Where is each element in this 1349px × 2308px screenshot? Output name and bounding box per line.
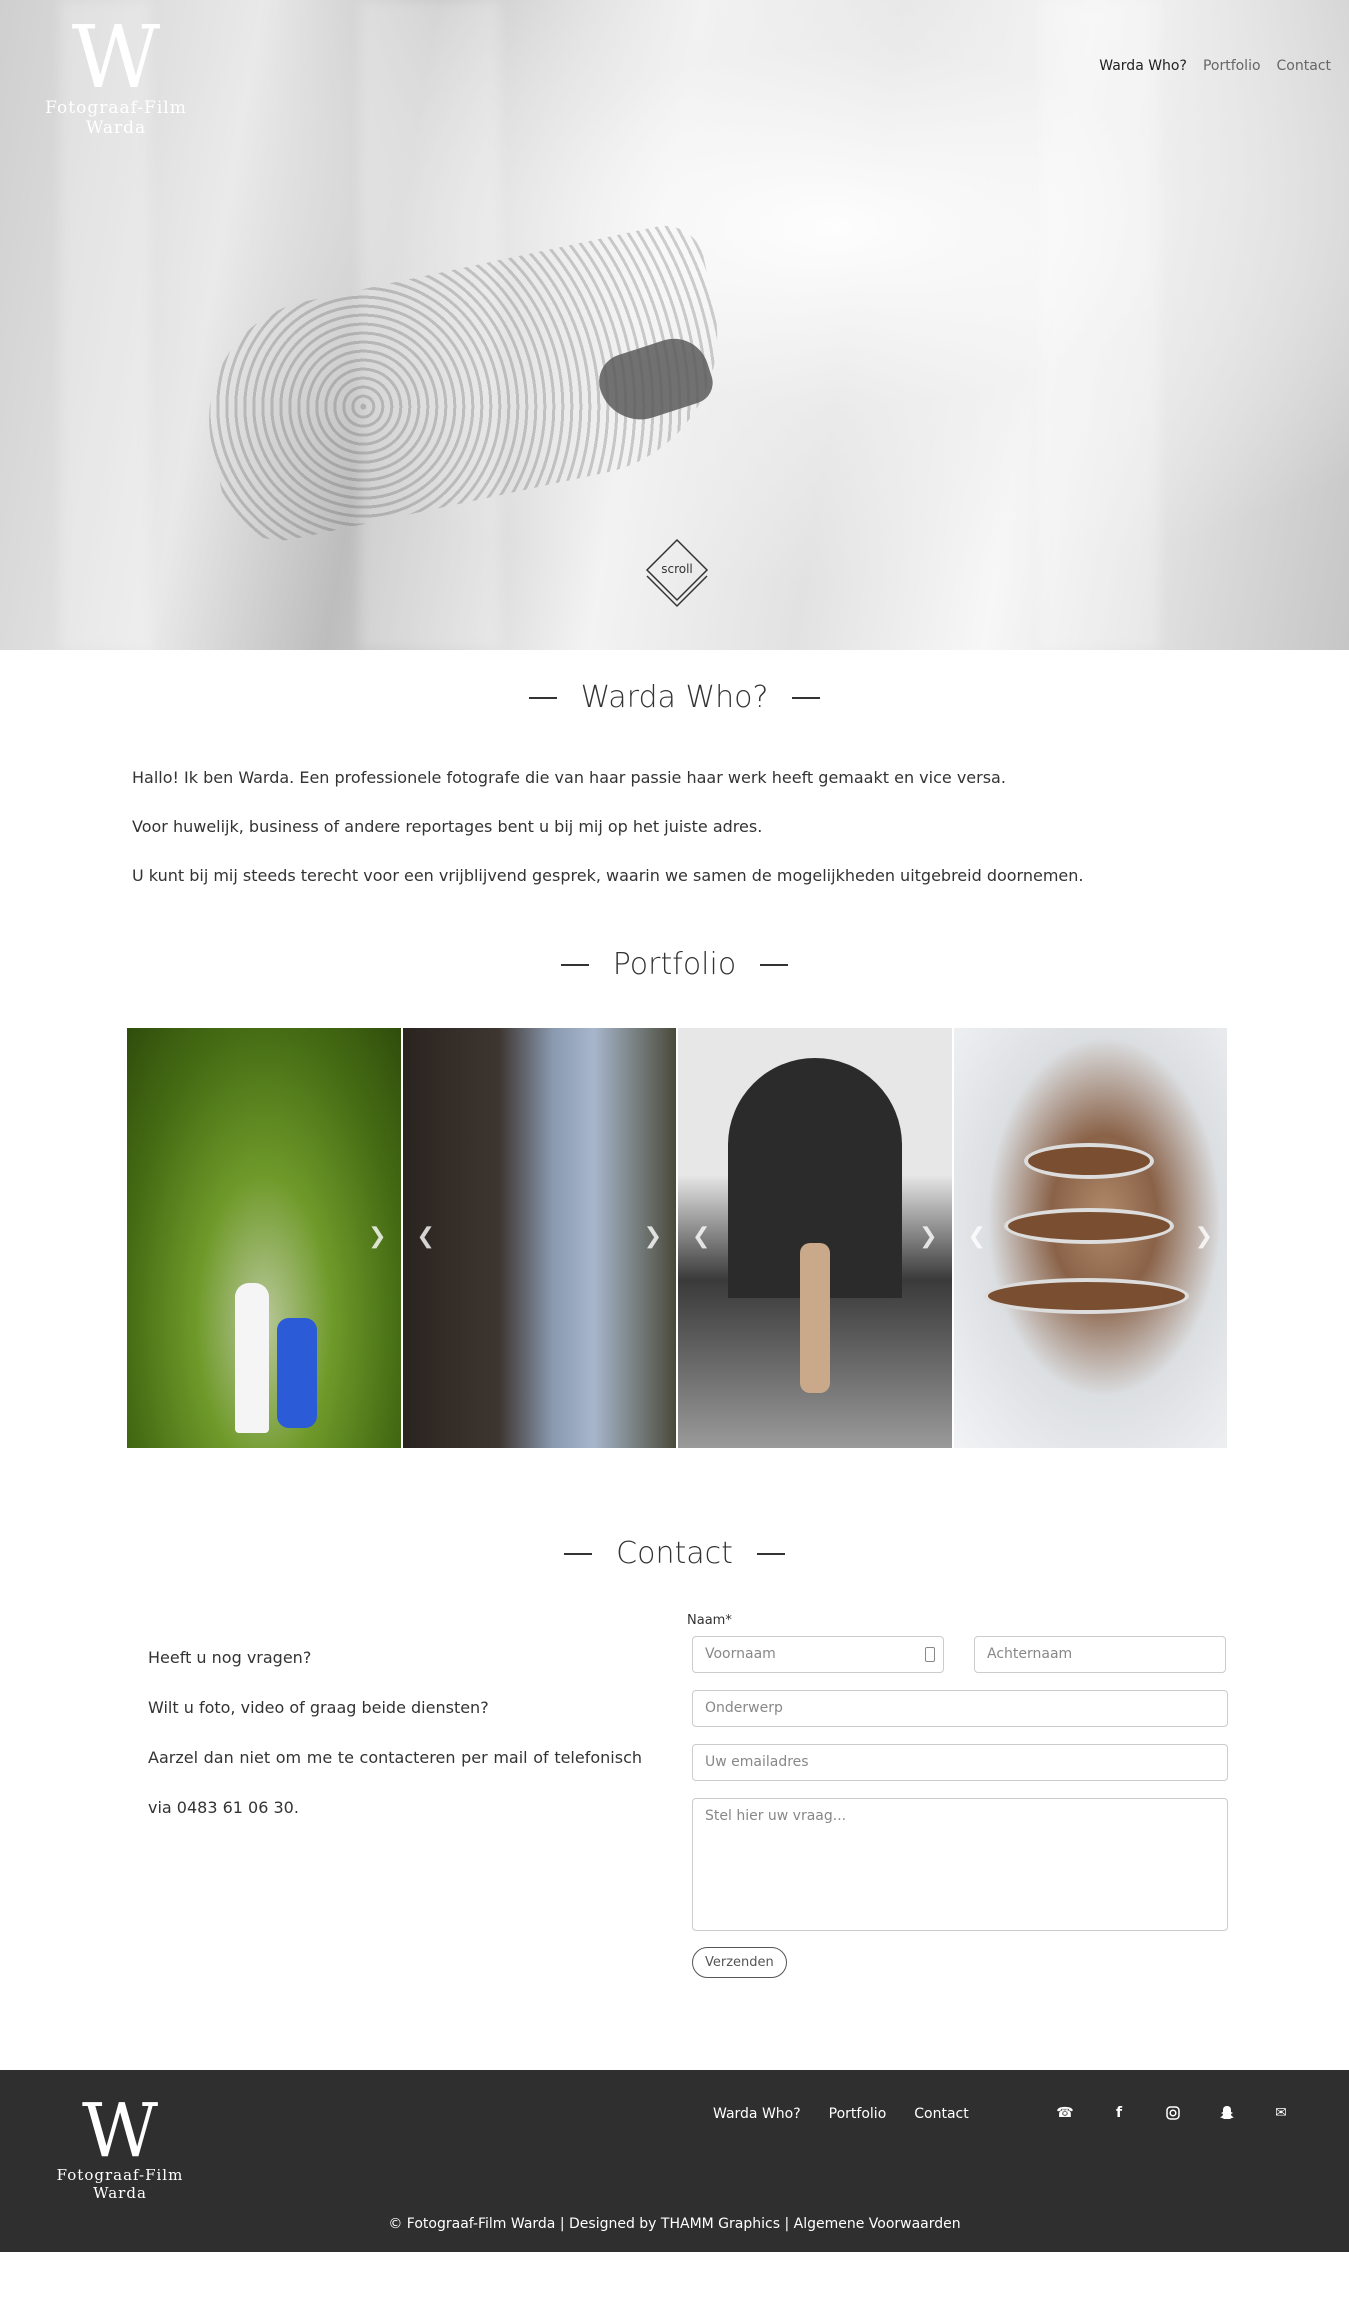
logo-wordmark: Fotograaf-Film Warda [56, 2166, 184, 2202]
title-dash [560, 963, 589, 966]
email-field[interactable]: Uw emailadres [692, 1744, 1228, 1781]
contact-form: Naam* Voornaam Achternaam Onderwerp Uw e… [687, 1613, 1229, 1978]
intro-paragraph: Hallo! Ik ben Warda. Een professionele f… [132, 768, 1006, 787]
contact-paragraph: Heeft u nog vragen? [148, 1648, 312, 1667]
site-footer: W Fotograaf-Film Warda Warda Who? Portfo… [0, 2070, 1349, 2252]
footer-link-portfolio[interactable]: Portfolio [829, 2106, 887, 2122]
logo-wordmark: Fotograaf-Film Warda [45, 98, 187, 138]
footer-link-warda-who[interactable]: Warda Who? [713, 2106, 801, 2122]
footer-navigation: Warda Who? Portfolio Contact [713, 2106, 969, 2122]
contact-text: Heeft u nog vragen? Wilt u foto, video o… [148, 1613, 642, 1978]
portfolio-gallery: ❯ ❮ ❯ ❮ ❯ ❮ ❯ [127, 1028, 1227, 1448]
name-label: Naam* [687, 1613, 732, 1628]
social-links: ☎ f ✉ [1056, 2104, 1290, 2122]
nav-link-contact[interactable]: Contact [1277, 58, 1331, 74]
gallery-slide-business-event[interactable]: ❮ ❯ [402, 1028, 676, 1448]
instagram-icon[interactable] [1164, 2104, 1182, 2122]
name-row: Voornaam Achternaam [692, 1636, 1229, 1673]
logo-mark: W [71, 8, 161, 108]
footer-copyright: © Fotograaf-Film Warda | Designed by THA… [388, 2216, 961, 2232]
phone-icon[interactable]: ☎ [1056, 2104, 1074, 2122]
lastname-field[interactable]: Achternaam [974, 1636, 1226, 1673]
scroll-button[interactable]: scroll [645, 538, 709, 608]
chevron-left-icon[interactable]: ❮ [968, 1224, 986, 1249]
mail-icon[interactable]: ✉ [1272, 2104, 1290, 2122]
subject-field[interactable]: Onderwerp [692, 1690, 1228, 1727]
section-title-text: Portfolio [612, 947, 737, 982]
gallery-slide-pastry-stand[interactable]: ❮ ❯ [953, 1028, 1227, 1448]
chevron-left-icon[interactable]: ❮ [417, 1224, 435, 1249]
photo-bride [235, 1283, 269, 1433]
autofill-icon [925, 1647, 935, 1662]
photo-groom [277, 1318, 317, 1428]
section-title-text: Contact [616, 1536, 733, 1571]
chevron-right-icon[interactable]: ❯ [1195, 1224, 1213, 1249]
site-logo[interactable]: W Fotograaf-Film Warda [16, 8, 216, 138]
section-contact: Contact Heeft u nog vragen? Wilt u foto,… [0, 1536, 1349, 1978]
photo-pastry-tier [983, 1278, 1189, 1314]
title-dash [564, 1552, 593, 1555]
logo-mark: W [81, 2088, 159, 2174]
section-warda-who: Warda Who? Hallo! Ik ben Warda. Een prof… [0, 650, 1349, 887]
title-dash [756, 1552, 785, 1555]
chevron-right-icon[interactable]: ❯ [644, 1224, 662, 1249]
intro-paragraph: Voor huwelijk, business of andere report… [132, 817, 763, 836]
chevron-right-icon[interactable]: ❯ [368, 1224, 386, 1249]
contact-paragraph: Wilt u foto, video of graag beide dienst… [148, 1698, 489, 1717]
hero-banner: W Fotograaf-Film Warda Warda Who? Portfo… [0, 0, 1349, 650]
section-title-warda-who: Warda Who? [0, 680, 1349, 715]
chevron-right-icon[interactable]: ❯ [919, 1224, 937, 1249]
nav-link-warda-who[interactable]: Warda Who? [1099, 58, 1187, 74]
nav-link-portfolio[interactable]: Portfolio [1203, 58, 1261, 74]
top-navigation: Warda Who? Portfolio Contact [1099, 58, 1331, 74]
submit-button[interactable]: Verzenden [692, 1947, 787, 1978]
chevron-left-icon[interactable]: ❮ [692, 1224, 710, 1249]
section-title-text: Warda Who? [580, 680, 769, 715]
footer-logo[interactable]: W Fotograaf-Film Warda [30, 2088, 210, 2202]
message-field[interactable]: Stel hier uw vraag... [692, 1798, 1228, 1931]
hero-dress-fold [1040, 0, 1160, 650]
contact-paragraph: Aarzel dan niet om me te contacteren per… [148, 1748, 642, 1817]
scroll-label: scroll [661, 562, 693, 576]
facebook-icon[interactable]: f [1110, 2104, 1128, 2122]
photo-pastry-tier [1023, 1143, 1154, 1179]
footer-link-contact[interactable]: Contact [914, 2106, 968, 2122]
section-title-contact: Contact [0, 1536, 1349, 1571]
firstname-field[interactable]: Voornaam [692, 1636, 944, 1673]
gallery-slide-wedding-proposal[interactable]: ❯ [127, 1028, 401, 1448]
intro-paragraph: U kunt bij mij steeds terecht voor een v… [132, 866, 1084, 885]
title-dash [792, 696, 821, 699]
intro-text: Hallo! Ik ben Warda. Een professionele f… [0, 767, 1349, 887]
gallery-slide-fashion-portrait[interactable]: ❮ ❯ [678, 1028, 952, 1448]
section-portfolio: Portfolio ❯ ❮ ❯ ❮ ❯ ❮ ❯ [0, 947, 1349, 1448]
photo-pastry-tier [1003, 1208, 1174, 1244]
title-dash [528, 696, 557, 699]
photo-model [800, 1243, 830, 1393]
section-title-portfolio: Portfolio [0, 947, 1349, 982]
title-dash [760, 963, 789, 966]
snapchat-icon[interactable] [1218, 2104, 1236, 2122]
contact-body: Heeft u nog vragen? Wilt u foto, video o… [0, 1613, 1349, 1978]
